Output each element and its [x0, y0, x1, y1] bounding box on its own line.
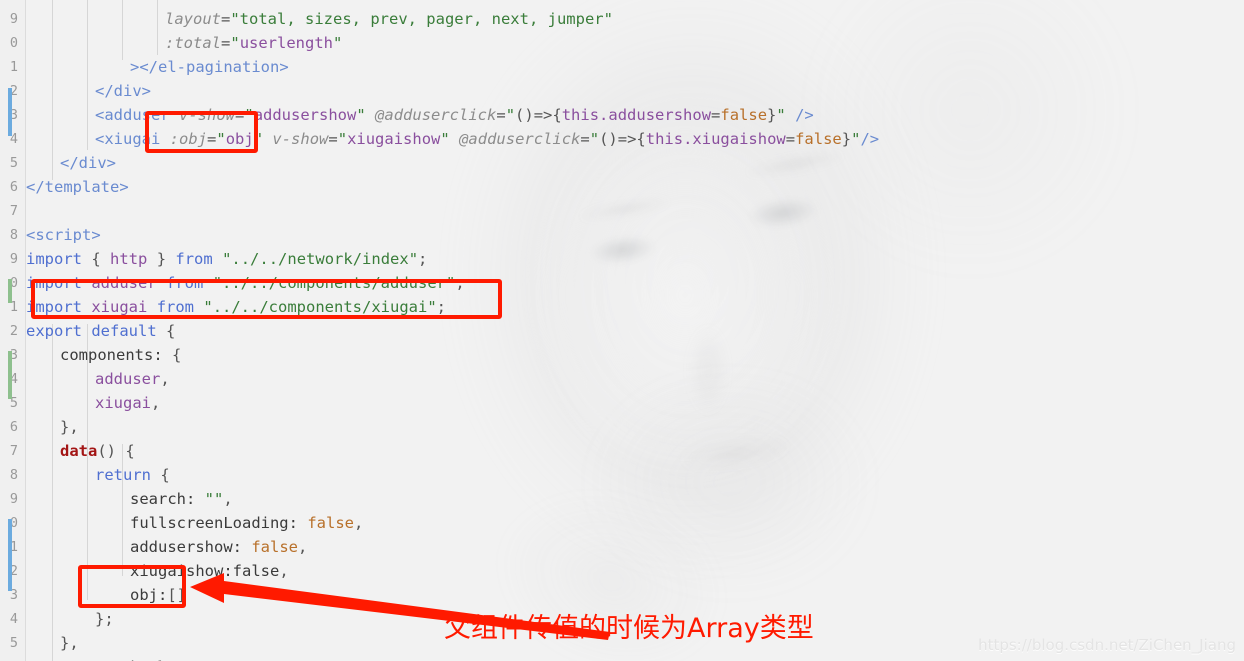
code-line[interactable]: return { [95, 463, 170, 487]
line-number: 7 [9, 443, 18, 459]
code-line[interactable]: components: { [60, 343, 181, 367]
code-line[interactable]: export default { [26, 319, 175, 343]
code-line[interactable]: }, [60, 415, 79, 439]
line-number: 7 [9, 203, 18, 219]
code-line[interactable]: </div> [95, 79, 151, 103]
line-number: 6 [9, 179, 18, 195]
code-line[interactable]: }; [95, 607, 114, 631]
code-line[interactable]: fullscreenLoading: false, [130, 511, 363, 535]
code-line[interactable]: import xiugai from "../../components/xiu… [26, 295, 446, 319]
code-line[interactable]: addusershow: false, [130, 535, 307, 559]
line-number: 9 [9, 11, 18, 27]
line-number: 0 [9, 35, 18, 51]
line-number: 4 [9, 611, 18, 627]
code-line[interactable]: ></el-pagination> [130, 55, 289, 79]
code-line[interactable]: xiugai, [95, 391, 160, 415]
code-line[interactable]: <adduser v-show="addusershow" @addusercl… [95, 103, 814, 127]
line-number: 5 [9, 635, 18, 651]
site-watermark: https://blog.csdn.net/ZiChen_Jiang [978, 636, 1236, 654]
line-number: 9 [9, 251, 18, 267]
vcs-added-marker-components[interactable] [8, 351, 12, 399]
code-area[interactable]: layout="total, sizes, prev, pager, next,… [26, 0, 1244, 661]
annotation-note: 父组件传值的时候为Array类型 [444, 613, 814, 644]
line-number: 6 [9, 419, 18, 435]
vcs-modified-marker-data[interactable] [8, 519, 12, 591]
line-number: 5 [9, 155, 18, 171]
code-line[interactable]: search: "", [130, 487, 233, 511]
code-line[interactable]: computed: { [60, 655, 163, 661]
code-editor-screenshot: 9012345678901234567890123456 layout="tot… [0, 0, 1244, 661]
line-number: 8 [9, 467, 18, 483]
code-line[interactable]: </template> [26, 175, 129, 199]
code-line[interactable]: data() { [60, 439, 135, 463]
code-line[interactable]: <script> [26, 223, 101, 247]
line-number: 9 [9, 491, 18, 507]
code-line[interactable]: obj:[] [130, 583, 186, 607]
code-line[interactable]: import adduser from "../../components/ad… [26, 271, 465, 295]
line-number: 1 [9, 59, 18, 75]
line-number: 2 [9, 323, 18, 339]
code-line[interactable]: </div> [60, 151, 116, 175]
code-line[interactable]: xiugaishow:false, [130, 559, 289, 583]
code-line[interactable]: import { http } from "../../network/inde… [26, 247, 427, 271]
code-line[interactable]: adduser, [95, 367, 170, 391]
vcs-added-marker-import[interactable] [8, 279, 12, 303]
line-number: 6 [0, 655, 18, 661]
code-line[interactable]: <xiugai :obj="obj" v-show="xiugaishow" @… [95, 127, 879, 151]
code-line[interactable]: }, [60, 631, 79, 655]
line-number: 8 [9, 227, 18, 243]
code-line[interactable]: :total="userlength" [165, 31, 342, 55]
vcs-modified-marker[interactable] [8, 88, 12, 136]
code-line[interactable]: layout="total, sizes, prev, pager, next,… [165, 7, 613, 31]
